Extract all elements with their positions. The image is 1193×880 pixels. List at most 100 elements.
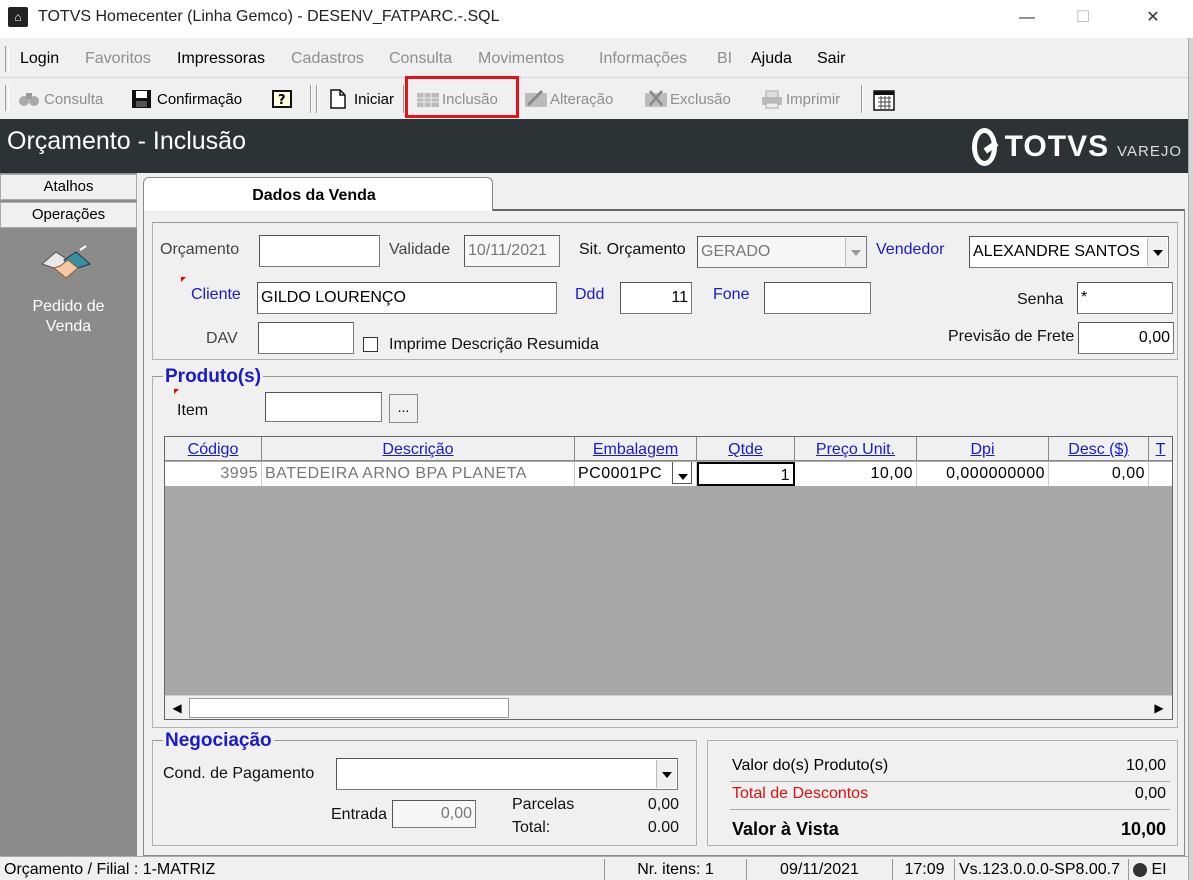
- chevron-down-icon[interactable]: [656, 760, 676, 788]
- horizontal-scrollbar[interactable]: ◀ ▶: [165, 695, 1172, 719]
- total-value: 0.00: [647, 819, 679, 836]
- scroll-right-icon[interactable]: ▶: [1149, 698, 1169, 718]
- help-search-button[interactable]: ?: [271, 79, 293, 119]
- total-descontos-value: 0,00: [1134, 785, 1166, 802]
- column-header-desc[interactable]: Desc ($): [1049, 437, 1149, 461]
- menu-movimentos[interactable]: Movimentos: [478, 50, 564, 68]
- ddd-input[interactable]: 11: [620, 282, 692, 314]
- imprime-checkbox[interactable]: [363, 337, 378, 352]
- item-label: Item: [177, 402, 209, 419]
- menu-favoritos[interactable]: Favoritos: [85, 50, 151, 68]
- title-bar: ⌂ TOTVS Homecenter (Linha Gemco) - DESEN…: [0, 0, 1193, 38]
- embalagem-value: PC0001PC: [578, 465, 663, 482]
- help-magnifier-icon: ?: [271, 89, 293, 109]
- ddd-label: Ddd: [575, 286, 605, 303]
- vendedor-label: Vendedor: [876, 241, 945, 258]
- sidebar-item-pedido-de-venda[interactable]: Pedido de Venda: [20, 297, 117, 337]
- item-input[interactable]: [265, 392, 382, 422]
- status-time: 17:09: [892, 859, 952, 880]
- parcelas-label: Parcelas: [512, 796, 575, 813]
- tab-dados-da-venda[interactable]: Dados da Venda: [143, 177, 493, 211]
- chevron-down-icon[interactable]: [672, 462, 692, 484]
- required-marker: [174, 389, 179, 394]
- totvs-logo: TOTVS VAREJO: [972, 127, 1182, 167]
- orcamento-input[interactable]: [259, 235, 380, 267]
- cell-preco[interactable]: 10,00: [795, 462, 917, 486]
- sidebar-tab-atalhos[interactable]: Atalhos: [0, 174, 137, 200]
- maximize-button[interactable]: ☐: [1056, 0, 1110, 36]
- cell-embalagem[interactable]: PC0001PC: [575, 462, 697, 486]
- imprimir-button[interactable]: Imprimir: [760, 79, 840, 119]
- column-header-t[interactable]: T: [1149, 437, 1172, 461]
- column-header-preco[interactable]: Preço Unit.: [795, 437, 917, 461]
- column-header-descricao[interactable]: Descrição: [262, 437, 575, 461]
- menu-bi[interactable]: BI: [717, 50, 732, 68]
- toolbar-grip[interactable]: [5, 85, 9, 111]
- valor-vista-label: Valor à Vista: [732, 819, 839, 839]
- dav-input[interactable]: [258, 322, 354, 354]
- exclusao-button[interactable]: Exclusão: [644, 79, 731, 119]
- cond-pagamento-label: Cond. de Pagamento: [163, 765, 315, 782]
- column-header-qtde[interactable]: Qtde: [697, 437, 795, 461]
- entrada-input[interactable]: 0,00: [392, 800, 476, 828]
- column-header-embalagem[interactable]: Embalagem: [575, 437, 697, 461]
- status-version: Vs.123.0.0.0-SP8.00.7: [954, 859, 1126, 880]
- scroll-left-icon[interactable]: ◀: [167, 698, 187, 718]
- cell-descricao[interactable]: BATEDEIRA ARNO BPA PLANETA: [262, 462, 575, 486]
- menu-grip[interactable]: [5, 46, 9, 72]
- cell-dpi[interactable]: 0,000000000: [917, 462, 1049, 486]
- chevron-down-icon[interactable]: [1147, 238, 1167, 266]
- grid-delete-icon: [644, 89, 667, 109]
- save-icon: [131, 89, 153, 109]
- required-marker: [181, 277, 186, 282]
- column-header-codigo[interactable]: Código: [165, 437, 262, 461]
- fone-input[interactable]: [764, 282, 871, 314]
- menu-cadastros[interactable]: Cadastros: [291, 50, 364, 68]
- item-browse-button[interactable]: ...: [389, 394, 418, 423]
- cond-pagamento-select[interactable]: [336, 758, 678, 790]
- status-indicator: EI: [1128, 859, 1176, 880]
- menu-ajuda[interactable]: Ajuda: [751, 50, 792, 68]
- page-title: Orçamento - Inclusão: [7, 127, 246, 155]
- cell-desc[interactable]: 0,00: [1049, 462, 1149, 486]
- menu-sair[interactable]: Sair: [817, 50, 845, 68]
- vendedor-value: ALEXANDRE SANTOS: [973, 243, 1140, 260]
- column-header-dpi[interactable]: Dpi: [917, 437, 1049, 461]
- senha-input[interactable]: *: [1077, 282, 1173, 314]
- menu-informacoes[interactable]: Informações: [599, 50, 687, 68]
- inclusao-highlight-box: [405, 76, 519, 118]
- status-filial: Orçamento / Filial : 1-MATRIZ: [4, 861, 216, 878]
- cell-codigo[interactable]: 3995: [165, 462, 262, 486]
- menu-login[interactable]: Login: [20, 50, 59, 68]
- scroll-thumb[interactable]: [189, 698, 509, 718]
- handshake-icon[interactable]: [40, 244, 92, 288]
- confirmacao-button[interactable]: Confirmação: [131, 79, 242, 119]
- sit-orcamento-select[interactable]: GERADO: [697, 236, 867, 268]
- frete-input[interactable]: 0,00: [1078, 322, 1174, 354]
- menu-consulta[interactable]: Consulta: [389, 50, 452, 68]
- consulta-button[interactable]: Consulta: [18, 79, 103, 119]
- sidebar-tab-operacoes[interactable]: Operações: [0, 202, 137, 228]
- imprime-label: Imprime Descrição Resumida: [389, 336, 599, 353]
- alteracao-button[interactable]: Alteração: [524, 79, 613, 119]
- parcelas-value: 0,00: [647, 796, 679, 813]
- cell-qtde[interactable]: 1: [697, 462, 795, 486]
- produtos-grid: Código Descrição Embalagem Qtde Preço Un…: [164, 436, 1173, 720]
- svg-text:?: ?: [278, 93, 286, 108]
- vendedor-select[interactable]: ALEXANDRE SANTOS: [969, 236, 1169, 268]
- divider: [730, 781, 1170, 782]
- close-button[interactable]: ✕: [1126, 0, 1180, 36]
- validade-input[interactable]: 10/11/2021: [464, 235, 560, 267]
- app-icon: ⌂: [8, 7, 28, 27]
- minimize-button[interactable]: —: [1000, 0, 1054, 36]
- orcamento-label: Orçamento: [160, 241, 240, 258]
- cliente-input[interactable]: GILDO LOURENÇO: [257, 282, 557, 314]
- chevron-down-icon[interactable]: [845, 238, 865, 266]
- cell-t[interactable]: [1149, 462, 1172, 486]
- screen-header: Orçamento - Inclusão TOTVS VAREJO: [0, 119, 1188, 173]
- menu-impressoras[interactable]: Impressoras: [177, 50, 265, 68]
- calendar-button[interactable]: [873, 79, 895, 119]
- tab-label: Dados da Venda: [252, 187, 376, 204]
- user-status-icon: [1133, 862, 1147, 877]
- iniciar-button[interactable]: Iniciar: [328, 79, 394, 119]
